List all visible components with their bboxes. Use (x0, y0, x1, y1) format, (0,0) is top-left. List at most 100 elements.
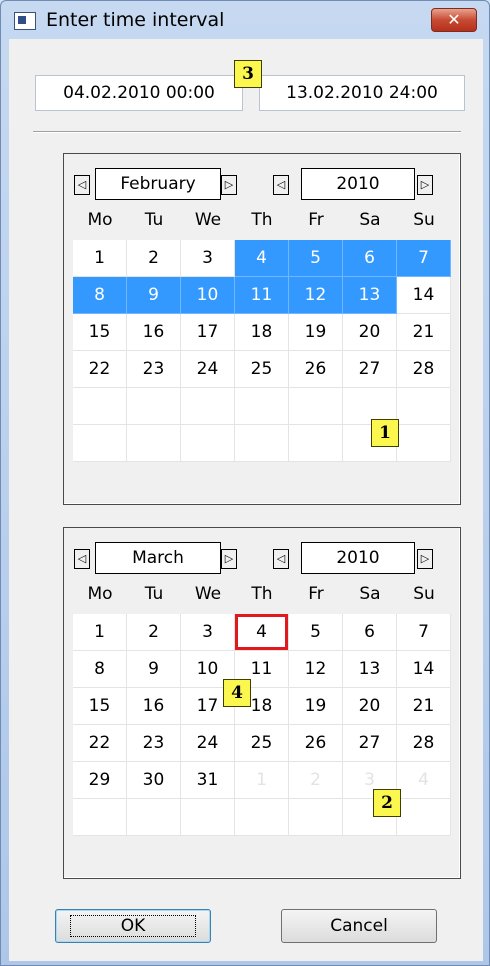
day-cell[interactable] (235, 388, 289, 425)
day-cell[interactable]: 21 (397, 314, 451, 351)
prev-year-icon[interactable]: ◁ (273, 549, 289, 569)
prev-month-icon[interactable]: ◁ (74, 549, 90, 569)
day-cell[interactable]: 7 (397, 614, 451, 651)
day-cell[interactable]: 13 (343, 277, 397, 314)
day-cell[interactable]: 16 (127, 688, 181, 725)
year-select[interactable]: 2010 (301, 168, 415, 200)
day-cell[interactable]: 23 (127, 351, 181, 388)
day-cell[interactable]: 27 (343, 351, 397, 388)
day-cell[interactable]: 30 (127, 762, 181, 799)
day-cell[interactable]: 29 (73, 762, 127, 799)
day-cell[interactable]: 20 (343, 314, 397, 351)
next-year-icon[interactable]: ▷ (417, 175, 433, 195)
weekday-label: Mo (87, 210, 113, 230)
prev-month-icon[interactable]: ◁ (74, 175, 90, 195)
day-cell[interactable]: 6 (343, 240, 397, 277)
day-cell[interactable] (73, 799, 127, 836)
start-datetime-field[interactable]: 04.02.2010 00:00 (35, 75, 243, 111)
day-cell[interactable]: 4 (397, 762, 451, 799)
day-cell[interactable]: 4 (235, 240, 289, 277)
next-month-icon[interactable]: ▷ (221, 549, 237, 569)
day-cell[interactable]: 25 (235, 351, 289, 388)
day-cell[interactable]: 21 (397, 688, 451, 725)
day-cell[interactable]: 8 (73, 277, 127, 314)
day-cell[interactable]: 26 (289, 351, 343, 388)
day-cell[interactable] (127, 799, 181, 836)
next-month-icon[interactable]: ▷ (221, 175, 237, 195)
day-cell[interactable]: 4 (235, 614, 289, 651)
day-cell[interactable]: 1 (73, 240, 127, 277)
day-cell[interactable]: 2 (289, 762, 343, 799)
day-cell[interactable] (397, 388, 451, 425)
close-button[interactable]: ✕ (431, 8, 477, 32)
day-cell[interactable]: 22 (73, 725, 127, 762)
day-cell[interactable]: 12 (289, 277, 343, 314)
title-bar[interactable]: Enter time interval ✕ (1, 1, 489, 39)
day-cell[interactable] (235, 799, 289, 836)
weekday-label: Tu (144, 210, 164, 230)
day-cell[interactable]: 3 (181, 240, 235, 277)
day-cell[interactable]: 28 (397, 725, 451, 762)
day-cell[interactable]: 2 (127, 240, 181, 277)
day-cell[interactable]: 6 (343, 614, 397, 651)
day-cell[interactable] (289, 425, 343, 462)
callout-1: 1 (371, 419, 399, 447)
day-cell[interactable]: 31 (181, 762, 235, 799)
day-cell[interactable]: 25 (235, 725, 289, 762)
next-year-icon[interactable]: ▷ (417, 549, 433, 569)
day-cell[interactable]: 19 (289, 314, 343, 351)
calendar-start: ◁ February ▷ ◁ 2010 ▷ Mo Tu We Th Fr Sa Su 123… (63, 153, 461, 505)
day-cell[interactable]: 5 (289, 614, 343, 651)
day-cell[interactable] (181, 425, 235, 462)
day-cell[interactable]: 14 (397, 277, 451, 314)
day-cell[interactable] (73, 388, 127, 425)
day-cell[interactable] (181, 388, 235, 425)
day-cell[interactable]: 19 (289, 688, 343, 725)
month-select[interactable]: March (95, 542, 221, 574)
dialog-window: Enter time interval ✕ 04.02.2010 00:00 1… (0, 0, 490, 966)
day-cell[interactable]: 15 (73, 314, 127, 351)
day-cell[interactable]: 3 (181, 614, 235, 651)
day-cell[interactable]: 7 (397, 240, 451, 277)
day-cell[interactable]: 26 (289, 725, 343, 762)
month-select[interactable]: February (95, 168, 221, 200)
day-cell[interactable]: 9 (127, 651, 181, 688)
day-cell[interactable]: 12 (289, 651, 343, 688)
day-cell[interactable] (289, 388, 343, 425)
day-cell[interactable] (181, 799, 235, 836)
day-cell[interactable]: 1 (235, 762, 289, 799)
day-cell[interactable]: 10 (181, 277, 235, 314)
day-cell[interactable]: 9 (127, 277, 181, 314)
year-select[interactable]: 2010 (301, 542, 415, 574)
day-cell[interactable]: 24 (181, 351, 235, 388)
day-cell[interactable]: 17 (181, 314, 235, 351)
day-cell[interactable]: 13 (343, 651, 397, 688)
day-cell[interactable] (235, 425, 289, 462)
day-cell[interactable] (397, 425, 451, 462)
cancel-button[interactable]: Cancel (281, 909, 437, 943)
day-cell[interactable]: 20 (343, 688, 397, 725)
day-cell[interactable] (397, 799, 451, 836)
day-cell[interactable]: 27 (343, 725, 397, 762)
end-datetime-field[interactable]: 13.02.2010 24:00 (259, 75, 465, 111)
day-cell[interactable]: 24 (181, 725, 235, 762)
day-cell[interactable] (73, 425, 127, 462)
day-cell[interactable]: 11 (235, 277, 289, 314)
day-cell[interactable]: 15 (73, 688, 127, 725)
day-cell[interactable] (127, 425, 181, 462)
day-cell[interactable]: 28 (397, 351, 451, 388)
prev-year-icon[interactable]: ◁ (273, 175, 289, 195)
day-cell[interactable] (127, 388, 181, 425)
day-cell[interactable]: 2 (127, 614, 181, 651)
day-cell[interactable]: 18 (235, 314, 289, 351)
day-cell[interactable]: 16 (127, 314, 181, 351)
day-cell[interactable]: 8 (73, 651, 127, 688)
weekday-label: We (194, 584, 222, 604)
day-cell[interactable]: 5 (289, 240, 343, 277)
day-cell[interactable]: 23 (127, 725, 181, 762)
ok-button[interactable]: OK (55, 909, 211, 943)
day-cell[interactable]: 22 (73, 351, 127, 388)
day-cell[interactable]: 1 (73, 614, 127, 651)
day-cell[interactable]: 14 (397, 651, 451, 688)
day-cell[interactable] (289, 799, 343, 836)
